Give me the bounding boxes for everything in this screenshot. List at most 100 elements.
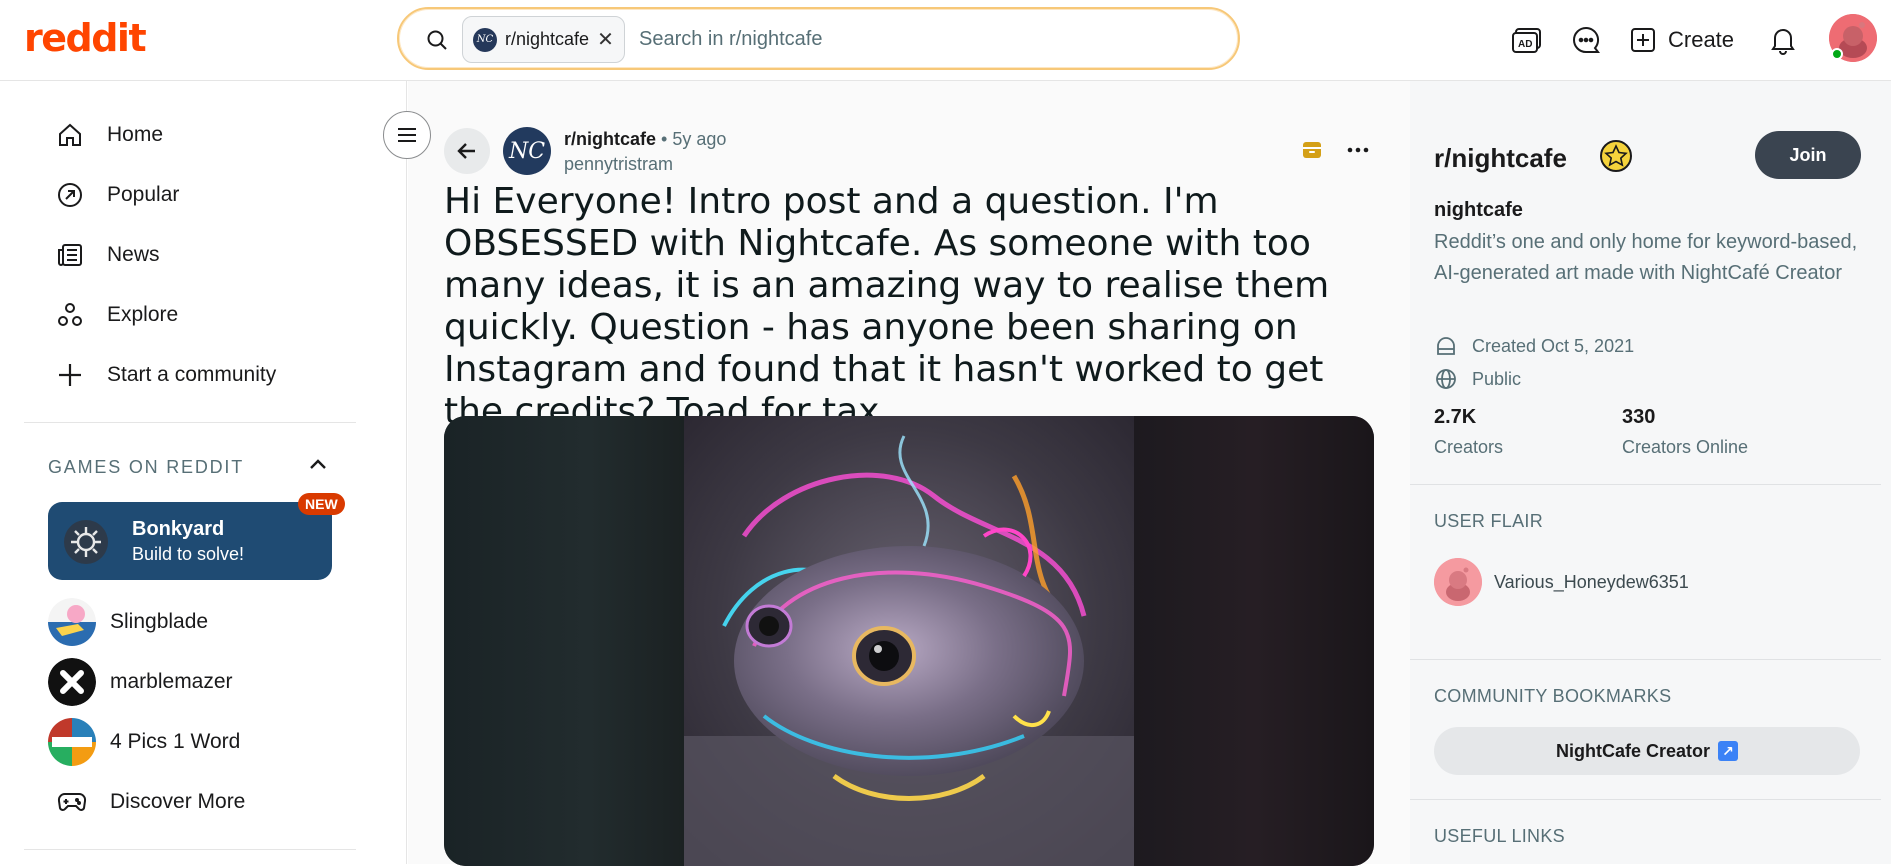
featured-game-bonkyard[interactable]: Bonkyard Build to solve!	[48, 502, 332, 580]
star-icon	[1600, 140, 1632, 172]
stat-creators-value: 2.7K	[1434, 406, 1477, 428]
advertise-icon[interactable]: AD	[1507, 20, 1547, 60]
search-icon	[427, 30, 447, 50]
search-scope-chip[interactable]: NC r/nightcafe ✕	[462, 16, 625, 63]
chip-avatar: NC	[473, 27, 497, 52]
slingblade-avatar	[48, 598, 96, 646]
game-label: Discover More	[110, 790, 246, 813]
stat-online-value: 330	[1622, 406, 1656, 428]
section-divider	[1410, 799, 1881, 800]
featured-game-name: Bonkyard	[132, 518, 225, 540]
nav-start-community[interactable]: Start a community	[55, 355, 276, 395]
section-divider	[1410, 659, 1881, 660]
games-section-title: GAMES ON REDDIT	[48, 457, 245, 477]
stat-online-label: Creators Online	[1622, 437, 1749, 457]
explore-icon	[55, 300, 85, 330]
bookmarks-title: COMMUNITY BOOKMARKS	[1434, 686, 1672, 706]
created-date: Created Oct 5, 2021	[1434, 334, 1634, 358]
created-text: Created Oct 5, 2021	[1472, 335, 1635, 356]
archive-icon	[1303, 142, 1321, 158]
subreddit-avatar[interactable]: NC	[503, 127, 551, 175]
flair-username: Various_Honeydew6351	[1494, 571, 1689, 592]
collapse-sidebar-button[interactable]	[383, 111, 431, 159]
post-image[interactable]	[444, 416, 1374, 866]
post-title: Hi Everyone! Intro post and a question. …	[444, 181, 1330, 432]
join-button[interactable]: Join	[1755, 131, 1861, 179]
section-divider	[1410, 484, 1881, 485]
meta-separator: •	[661, 129, 668, 149]
game-4-pics-1-word[interactable]: 4 Pics 1 Word	[48, 718, 240, 766]
post-detail: NC r/nightcafe • 5y ago pennytristram Hi…	[408, 81, 1410, 866]
visibility-text: Public	[1472, 368, 1522, 389]
nav-label: Home	[107, 123, 164, 146]
community-sidebar: r/nightcafe Join nightcafe Reddit’s one …	[1410, 81, 1891, 864]
plus-icon	[55, 360, 85, 390]
bookmark-nightcafe-creator[interactable]: NightCafe Creator ↗	[1434, 727, 1860, 775]
online-indicator	[1831, 48, 1843, 60]
more-options-icon[interactable]	[1344, 138, 1372, 162]
post-meta: r/nightcafe • 5y ago	[564, 129, 726, 150]
visibility: Public	[1434, 367, 1521, 391]
community-title[interactable]: r/nightcafe	[1434, 143, 1567, 174]
game-label: Slingblade	[110, 610, 209, 633]
nav-news[interactable]: News	[55, 235, 160, 275]
close-icon[interactable]: ✕	[597, 30, 614, 50]
gear-icon	[64, 520, 108, 564]
create-label: Create	[1668, 27, 1735, 52]
bookmark-label: NightCafe Creator	[1555, 740, 1711, 761]
reddit-logo[interactable]: reddit	[24, 16, 147, 60]
nav-popular[interactable]: Popular	[55, 175, 179, 215]
post-age: 5y ago	[672, 129, 727, 149]
useful-links-title: USEFUL LINKS	[1434, 826, 1565, 846]
plus-square-icon	[1631, 28, 1655, 52]
post-author[interactable]: pennytristram	[564, 154, 673, 175]
external-link-icon: ↗	[1718, 741, 1739, 761]
create-button[interactable]: Create	[1630, 20, 1734, 60]
discover-more[interactable]: Discover More	[48, 778, 245, 826]
search-input[interactable]	[639, 22, 1199, 56]
game-label: 4 Pics 1 Word	[110, 730, 241, 753]
nav-label: News	[107, 243, 160, 266]
toad-artwork-image	[684, 416, 1134, 866]
stat-creators-label: Creators	[1434, 437, 1504, 457]
globe-icon	[1436, 369, 1456, 389]
left-sidebar: Home Popular News Explore Start a commun…	[0, 81, 407, 864]
news-icon	[55, 240, 85, 270]
bell-icon[interactable]	[1763, 20, 1803, 60]
back-button[interactable]	[444, 128, 490, 174]
image-blur-right	[1134, 416, 1374, 866]
chat-icon[interactable]	[1566, 20, 1606, 60]
chevron-up-icon[interactable]	[306, 453, 330, 477]
top-header: reddit NC r/nightcafe ✕ AD Create	[0, 0, 1891, 81]
popular-icon	[55, 180, 85, 210]
chip-label: r/nightcafe	[505, 29, 590, 49]
nav-explore[interactable]: Explore	[55, 295, 178, 335]
svg-text:AD: AD	[1518, 39, 1532, 50]
image-blur-left	[444, 416, 684, 866]
post-subreddit-link[interactable]: r/nightcafe	[564, 129, 656, 149]
cake-icon	[1437, 337, 1455, 355]
four-pics-avatar	[48, 718, 96, 766]
game-label: marblemazer	[110, 670, 233, 693]
nav-label: Popular	[107, 183, 180, 206]
search-bar[interactable]: NC r/nightcafe ✕	[397, 7, 1240, 70]
user-flair[interactable]: Various_Honeydew6351	[1434, 558, 1689, 606]
arrow-left-icon	[457, 143, 475, 159]
featured-game-subtitle: Build to solve!	[132, 544, 245, 564]
game-slingblade[interactable]: Slingblade	[48, 598, 208, 646]
new-badge: NEW	[298, 493, 345, 515]
sidebar-divider	[24, 849, 356, 850]
community-name: nightcafe	[1434, 199, 1523, 221]
community-description: Reddit’s one and only home for keyword-b…	[1434, 231, 1858, 284]
nav-label: Start a community	[107, 363, 277, 386]
nav-label: Explore	[107, 303, 179, 326]
game-marblemazer[interactable]: marblemazer	[48, 658, 233, 706]
nav-home[interactable]: Home	[55, 115, 163, 155]
hamburger-icon	[398, 128, 416, 142]
marblemazer-avatar	[48, 658, 96, 706]
gamepad-icon	[48, 778, 96, 826]
flair-avatar	[1434, 558, 1482, 606]
user-flair-title: USER FLAIR	[1434, 511, 1544, 531]
home-icon	[55, 120, 85, 150]
sidebar-divider	[24, 422, 356, 423]
